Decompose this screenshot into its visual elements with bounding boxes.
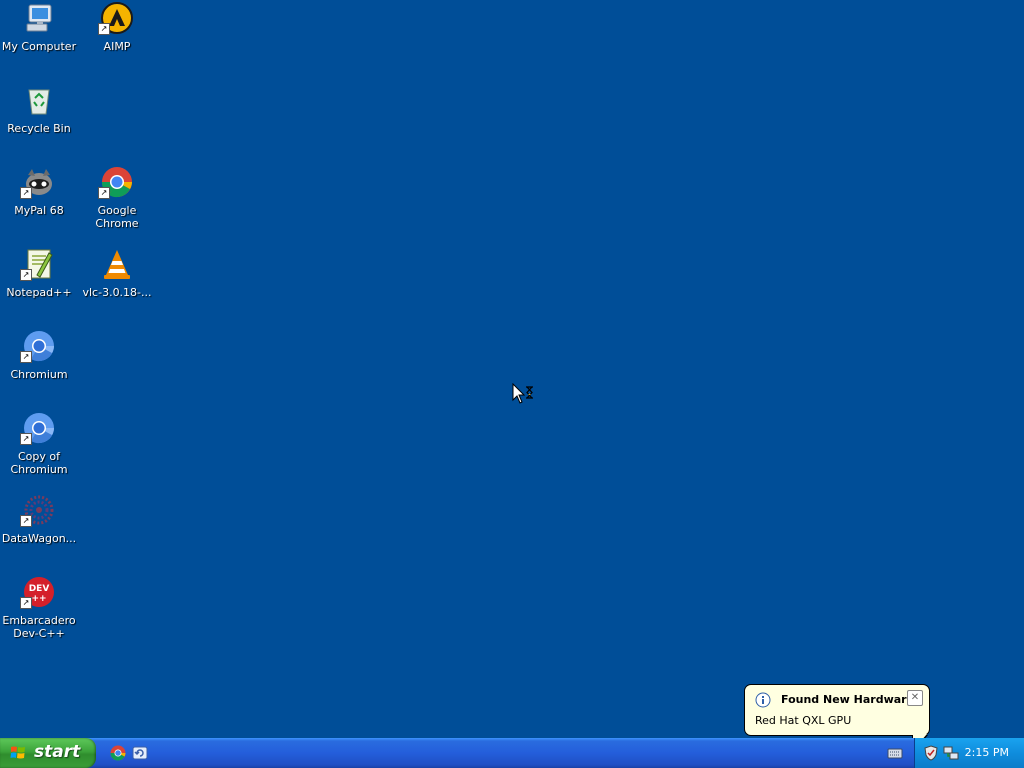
taskbar: start 2:15 PM (0, 738, 1024, 768)
icon-label: Chromium (10, 368, 68, 381)
busy-cursor-icon (512, 382, 536, 407)
desktop-icon-my-computer[interactable]: My Computer (0, 2, 78, 53)
chrome-icon: ↗ (98, 166, 133, 199)
icon-label: Recycle Bin (7, 122, 71, 135)
svg-text:++: ++ (31, 594, 46, 604)
desktop-icon-notepadpp[interactable]: ↗ Notepad++ (0, 248, 78, 299)
icon-label: Embarcadero Dev-C++ (2, 614, 76, 640)
svg-text:DEV: DEV (29, 584, 50, 594)
system-tray: 2:15 PM (914, 738, 1024, 768)
shortcut-arrow-icon: ↗ (20, 515, 32, 527)
chromium-icon: ↗ (20, 330, 55, 363)
desktop: My Computer ↗ AIMP Recycle Bin ↗ MyPal 6… (0, 0, 1024, 753)
start-button[interactable]: start (0, 738, 96, 768)
balloon-text: Red Hat QXL GPU (755, 714, 852, 727)
close-icon[interactable]: ✕ (907, 690, 923, 706)
desktop-icon-aimp[interactable]: ↗ AIMP (78, 2, 156, 53)
shortcut-arrow-icon: ↗ (20, 597, 32, 609)
devcpp-icon: DEV ++ ↗ (20, 576, 55, 609)
notepadpp-icon: ↗ (20, 248, 55, 281)
shortcut-arrow-icon: ↗ (98, 23, 110, 35)
desktop-icon-vlc[interactable]: vlc-3.0.18-... (78, 248, 156, 299)
desktop-icon-copy-of-chromium[interactable]: ↗ Copy of Chromium (0, 412, 78, 476)
datawagon-icon: ↗ (20, 494, 55, 527)
desktop-icon-chromium[interactable]: ↗ Chromium (0, 330, 78, 381)
mypal-icon: ↗ (20, 166, 55, 199)
shortcut-arrow-icon: ↗ (20, 187, 32, 199)
icon-label: MyPal 68 (14, 204, 64, 217)
icon-label: Google Chrome (95, 204, 139, 230)
icon-label: Copy of Chromium (10, 450, 68, 476)
shortcut-arrow-icon: ↗ (20, 433, 32, 445)
start-label: start (34, 742, 81, 762)
shortcut-arrow-icon: ↗ (20, 351, 32, 363)
desktop-icon-google-chrome[interactable]: ↗ Google Chrome (78, 166, 156, 230)
vlc-icon (101, 248, 133, 280)
desktop-icon-recycle-bin[interactable]: Recycle Bin (0, 84, 78, 135)
network-icon[interactable] (943, 745, 959, 761)
chromium-icon: ↗ (20, 412, 55, 445)
recycle-bin-icon (23, 84, 55, 116)
shortcut-arrow-icon: ↗ (98, 187, 110, 199)
icon-label: vlc-3.0.18-... (82, 286, 152, 299)
info-icon (755, 692, 771, 708)
chrome-icon[interactable] (110, 745, 126, 761)
windows-logo-icon (10, 745, 26, 761)
icon-label: My Computer (1, 40, 77, 53)
refresh-browser-icon[interactable] (132, 745, 148, 761)
icon-label: Notepad++ (6, 286, 72, 299)
aimp-icon: ↗ (98, 2, 133, 35)
keyboard-icon[interactable] (887, 745, 903, 761)
shield-icon[interactable] (923, 745, 939, 761)
shortcut-arrow-icon: ↗ (20, 269, 32, 281)
desktop-icon-datawagon[interactable]: ↗ DataWagon... (0, 494, 78, 545)
desktop-icon-mypal[interactable]: ↗ MyPal 68 (0, 166, 78, 217)
icon-label: DataWagon... (1, 532, 77, 545)
clock[interactable]: 2:15 PM (965, 746, 1009, 759)
notification-balloon[interactable]: Found New Hardware ✕ Red Hat QXL GPU (744, 684, 930, 753)
desktop-icon-devcpp[interactable]: DEV ++ ↗ Embarcadero Dev-C++ (0, 576, 78, 640)
computer-icon (23, 2, 55, 34)
icon-label: AIMP (103, 40, 131, 53)
balloon-title: Found New Hardware (781, 693, 915, 706)
